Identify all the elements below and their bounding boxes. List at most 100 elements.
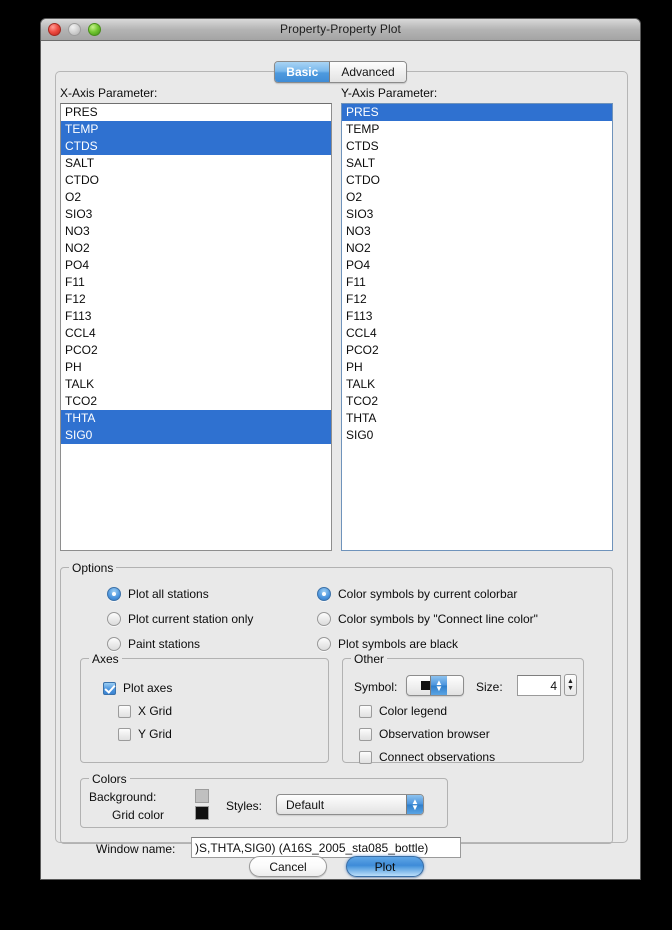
checkbox-label: Color legend [379, 704, 448, 718]
styles-value: Default [286, 797, 325, 812]
radio-color-by-colorbar[interactable]: Color symbols by current colorbar [317, 587, 517, 601]
y-axis-item[interactable]: CCL4 [342, 325, 612, 342]
x-axis-item[interactable]: F12 [61, 291, 331, 308]
axes-group: Axes Plot axes X Grid Y Grid [80, 652, 329, 763]
checkbox-observation-browser[interactable]: Observation browser [359, 727, 490, 741]
grid-color-swatch[interactable] [195, 806, 209, 820]
checkbox-x-grid[interactable]: X Grid [118, 704, 172, 718]
radio-label: Paint stations [128, 637, 201, 651]
window-body: Basic Advanced X-Axis Parameter: PRES TEM… [41, 41, 640, 879]
x-axis-item[interactable]: PH [61, 359, 331, 376]
x-axis-item[interactable]: NO3 [61, 223, 331, 240]
radio-label: Color symbols by current colorbar [338, 587, 518, 601]
checkbox-label: Plot axes [123, 681, 173, 695]
y-axis-item[interactable]: PO4 [342, 257, 612, 274]
x-axis-item[interactable]: NO2 [61, 240, 331, 257]
y-axis-item[interactable]: CTDS [342, 138, 612, 155]
y-axis-item[interactable]: PRES [342, 104, 612, 121]
radio-icon [107, 612, 121, 626]
options-group: Options Plot all stations Plot current s… [60, 561, 613, 858]
styles-popup-button[interactable]: Default ▲ ▼ [276, 794, 424, 815]
x-axis-item[interactable]: F113 [61, 308, 331, 325]
x-axis-parameter-label: X-Axis Parameter: [60, 86, 158, 100]
symbol-popup-button[interactable]: ▲ ▼ [406, 675, 464, 696]
chevron-updown-icon: ▲ ▼ [406, 795, 423, 814]
x-axis-item[interactable]: THTA [61, 410, 331, 427]
y-axis-item[interactable]: F12 [342, 291, 612, 308]
styles-label: Styles: [226, 799, 263, 813]
x-axis-item[interactable]: PCO2 [61, 342, 331, 359]
tab-advanced[interactable]: Advanced [330, 62, 406, 82]
y-axis-item[interactable]: TALK [342, 376, 612, 393]
y-axis-item[interactable]: SIO3 [342, 206, 612, 223]
square-symbol-icon [421, 681, 430, 690]
checkbox-y-grid[interactable]: Y Grid [118, 727, 172, 741]
radio-color-by-connect-line-color[interactable]: Color symbols by "Connect line color" [317, 612, 538, 626]
x-axis-parameter-list[interactable]: PRES TEMP CTDS SALT CTDO O2 SIO3 NO3 NO2 PO4 F11 F1… [60, 103, 332, 551]
radio-plot-all-stations[interactable]: Plot all stations [107, 587, 209, 601]
symbol-label: Symbol: [354, 680, 398, 694]
x-axis-item[interactable]: O2 [61, 189, 331, 206]
y-axis-parameter-list[interactable]: PRES TEMP CTDS SALT CTDO O2 SIO3 NO3 NO2 PO4 F11 F1… [341, 103, 613, 551]
checkbox-label: Observation browser [379, 727, 490, 741]
x-axis-item[interactable]: SIO3 [61, 206, 331, 223]
checkbox-icon [359, 750, 372, 764]
y-axis-item[interactable]: PH [342, 359, 612, 376]
checkbox-color-legend[interactable]: Color legend [359, 704, 447, 718]
x-axis-item[interactable]: PRES [61, 104, 331, 121]
y-axis-item[interactable]: PCO2 [342, 342, 612, 359]
radio-paint-stations[interactable]: Paint stations [107, 637, 200, 651]
size-stepper[interactable]: ▲ ▼ [564, 674, 577, 696]
radio-icon [107, 637, 121, 651]
plot-button[interactable]: Plot [346, 856, 424, 877]
y-axis-item[interactable]: F113 [342, 308, 612, 325]
background-color-label: Background: [89, 790, 157, 804]
background-color-swatch[interactable] [195, 789, 209, 803]
x-axis-item[interactable]: F11 [61, 274, 331, 291]
checkbox-label: X Grid [138, 704, 173, 718]
checkbox-plot-axes[interactable]: Plot axes [103, 681, 172, 695]
y-axis-parameter-label: Y-Axis Parameter: [341, 86, 438, 100]
cancel-button[interactable]: Cancel [249, 856, 327, 877]
property-property-plot-window: Property-Property Plot Basic Advanced X-… [40, 18, 641, 880]
colors-group: Colors Background: Grid color Styles: De… [80, 772, 448, 828]
y-axis-item[interactable]: F11 [342, 274, 612, 291]
checkbox-connect-observations[interactable]: Connect observations [359, 750, 495, 764]
y-axis-item[interactable]: CTDO [342, 172, 612, 189]
x-axis-item[interactable]: CCL4 [61, 325, 331, 342]
other-legend: Other [351, 652, 388, 666]
x-axis-item[interactable]: PO4 [61, 257, 331, 274]
x-axis-item[interactable]: SALT [61, 155, 331, 172]
y-axis-item[interactable]: SIG0 [342, 427, 612, 444]
radio-symbols-black[interactable]: Plot symbols are black [317, 637, 458, 651]
x-axis-item[interactable]: TEMP [61, 121, 331, 138]
x-axis-item[interactable]: CTDO [61, 172, 331, 189]
y-axis-item[interactable]: O2 [342, 189, 612, 206]
tab-basic[interactable]: Basic [275, 62, 331, 82]
checkbox-label: Connect observations [379, 750, 496, 764]
grid-color-label: Grid color [112, 808, 165, 822]
x-axis-item[interactable]: TALK [61, 376, 331, 393]
checkbox-icon [118, 704, 131, 718]
radio-icon [317, 637, 331, 651]
checkbox-icon [118, 727, 131, 741]
radio-label: Color symbols by "Connect line color" [338, 612, 538, 626]
radio-label: Plot symbols are black [338, 637, 459, 651]
x-axis-item[interactable]: CTDS [61, 138, 331, 155]
window-name-input[interactable]: )S,THTA,SIG0) (A16S_2005_sta085_bottle) [191, 837, 461, 858]
y-axis-item[interactable]: NO3 [342, 223, 612, 240]
y-axis-item[interactable]: TEMP [342, 121, 612, 138]
y-axis-item[interactable]: TCO2 [342, 393, 612, 410]
radio-plot-current-station-only[interactable]: Plot current station only [107, 612, 253, 626]
axes-legend: Axes [89, 652, 122, 666]
radio-icon [317, 587, 331, 601]
checkbox-label: Y Grid [138, 727, 172, 741]
y-axis-item[interactable]: SALT [342, 155, 612, 172]
radio-label: Plot all stations [128, 587, 209, 601]
x-axis-item[interactable]: SIG0 [61, 427, 331, 444]
x-axis-item[interactable]: TCO2 [61, 393, 331, 410]
y-axis-item[interactable]: THTA [342, 410, 612, 427]
size-input[interactable]: 4 [517, 675, 561, 696]
y-axis-item[interactable]: NO2 [342, 240, 612, 257]
window-titlebar[interactable]: Property-Property Plot [41, 19, 640, 41]
